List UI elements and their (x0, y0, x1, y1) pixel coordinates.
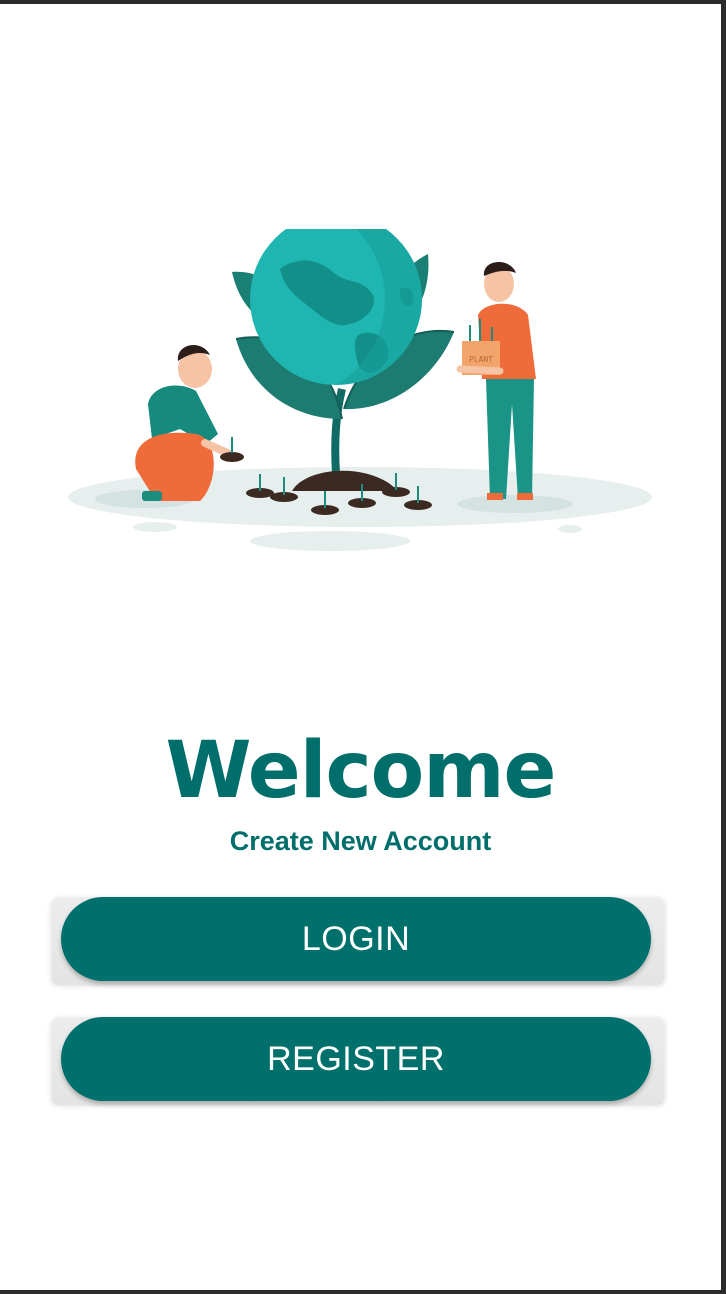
standing-person-figure: PLANT (456, 262, 536, 500)
create-account-subtitle: Create New Account (229, 826, 492, 856)
plant-box-label: PLANT (469, 355, 493, 364)
login-button-container: LOGIN (52, 897, 664, 985)
planting-globe-illustration: PLANT (68, 229, 652, 551)
hero-illustration: PLANT (60, 229, 660, 559)
login-button[interactable]: LOGIN (61, 897, 651, 981)
welcome-title: Welcome (165, 726, 557, 816)
register-button[interactable]: REGISTER (61, 1017, 651, 1101)
register-button-container: REGISTER (52, 1017, 664, 1105)
app-screen: PLANT Welcome Create New Account LOGIN R… (0, 4, 721, 1290)
